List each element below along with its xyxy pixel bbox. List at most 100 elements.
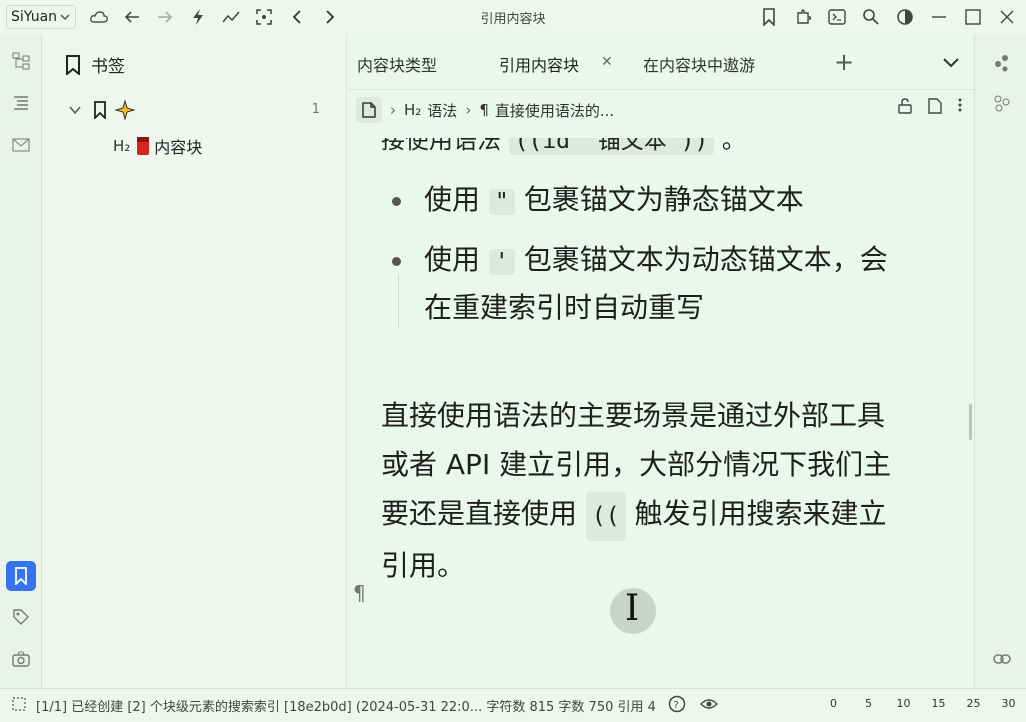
scrollbar[interactable] <box>969 404 972 440</box>
global-graph-icon[interactable] <box>987 88 1017 118</box>
tab-block-types[interactable]: 内容块类型 <box>357 52 437 76</box>
text: 包裹锚文本为动态锚文本，会 <box>523 243 888 276</box>
minimize-icon[interactable] <box>926 4 952 30</box>
workspace-switcher[interactable]: SiYuan <box>6 5 77 29</box>
sparkle-emoji-icon <box>115 100 135 120</box>
bookmark-icon <box>15 567 27 585</box>
file-tree-icon[interactable] <box>6 88 36 118</box>
text: 触发引用搜索来建立 <box>634 497 887 530</box>
graph-icon[interactable] <box>218 4 244 30</box>
zoom-tick: 5 <box>865 697 872 710</box>
zoom-tick: 30 <box>1001 697 1016 710</box>
crumb-heading-level: H₂ <box>404 101 422 119</box>
more-icon[interactable] <box>958 98 962 118</box>
search-icon[interactable] <box>858 4 884 30</box>
document-icon[interactable] <box>356 97 382 123</box>
status-bar: [1/1] 已经创建 [2] 个块级元素的搜索索引 [18e2b0d] (202… <box>0 688 1026 722</box>
close-tab-icon[interactable]: ✕ <box>601 54 613 70</box>
list-indent-guide <box>398 274 399 328</box>
back-arrow-icon[interactable] <box>119 4 145 30</box>
crumb-paragraph[interactable]: 直接使用语法的... <box>495 100 614 121</box>
text: 要还是直接使用 <box>381 497 578 530</box>
text: 接使用语法 <box>381 126 501 154</box>
text-cursor-icon: I <box>625 588 640 629</box>
lock-icon[interactable] <box>898 98 912 118</box>
close-icon[interactable] <box>994 4 1020 30</box>
paragraph-line: 要还是直接使用 (( 触发引用搜索来建立 <box>381 489 941 541</box>
add-tab-icon[interactable]: + <box>834 48 854 76</box>
paragraph-line: 或者 API 建立引用，大部分情况下我们主 <box>381 448 892 481</box>
chevron-left-icon[interactable] <box>284 4 310 30</box>
help-icon[interactable]: ? <box>668 695 686 717</box>
forward-arrow-icon[interactable] <box>152 4 178 30</box>
empty-block-marker[interactable]: ¶ <box>353 581 366 605</box>
plugin-icon[interactable] <box>790 4 816 30</box>
chevron-right-icon[interactable] <box>317 4 343 30</box>
inline-code: ' <box>488 249 515 275</box>
editor-content[interactable]: 接使用语法 ((id "锚文本")) 。 使用 " 包裹锚文为静态锚文本 使用 … <box>348 126 974 686</box>
camera-icon[interactable] <box>6 644 36 674</box>
list-item: 使用 " 包裹锚文为静态锚文本 <box>424 178 804 218</box>
bookmark-icon <box>94 101 106 119</box>
document-icon[interactable] <box>928 98 942 118</box>
crumb-paragraph-mark: ¶ <box>479 101 489 119</box>
graph-view-icon[interactable] <box>987 48 1017 78</box>
maximize-icon[interactable] <box>960 4 986 30</box>
zoom-tick: 0 <box>830 697 837 710</box>
bookmark-icon[interactable] <box>756 4 782 30</box>
inline-code: (( <box>585 492 626 541</box>
red-book-icon <box>137 137 150 155</box>
chevron-down-icon <box>60 14 70 21</box>
tab-ref-block[interactable]: 引用内容块 <box>499 52 579 76</box>
outline-icon[interactable] <box>6 46 36 76</box>
list-bullet-icon <box>392 257 401 266</box>
inline-code: ((id "锚文本")) <box>508 138 715 155</box>
panel-title: 书签 <box>91 57 125 77</box>
tab-bar: 内容块类型 引用内容块 ✕ 在内容块中遨游 + <box>348 34 974 90</box>
theme-icon[interactable] <box>892 4 918 30</box>
terminal-icon[interactable] <box>824 4 850 30</box>
paragraph-line: 直接使用语法的主要场景是通过外部工具 <box>381 399 886 432</box>
list-item-continuation: 在重建索引时自动重写 <box>424 291 705 324</box>
crumb-separator-icon: › <box>465 101 472 119</box>
text: 使用 <box>424 183 481 216</box>
dock-toggle-icon[interactable] <box>12 696 26 715</box>
lightning-icon[interactable] <box>185 4 211 30</box>
brand-label: SiYuan <box>11 9 58 25</box>
bookmark-panel: 书签 1 H₂ 内容块 <box>51 34 347 688</box>
text: 。 <box>721 126 746 154</box>
tag-icon[interactable] <box>6 602 36 632</box>
cloud-sync-icon[interactable] <box>86 4 112 30</box>
breadcrumb: › H₂ 语法 › ¶ 直接使用语法的... <box>356 94 968 126</box>
status-text: [1/1] 已经创建 [2] 个块级元素的搜索索引 [18e2b0d] (202… <box>36 700 656 715</box>
inbox-icon[interactable] <box>6 130 36 160</box>
text: 使用 <box>424 243 481 276</box>
eye-icon[interactable] <box>699 698 718 714</box>
bookmark-item-row[interactable]: H₂ 内容块 <box>113 134 202 158</box>
link-icon[interactable] <box>987 644 1017 674</box>
bookmark-dock-button[interactable] <box>6 561 36 591</box>
paragraph-line: 引用。 <box>381 549 466 582</box>
paragraph: 直接使用语法的主要场景是通过外部工具 或者 API 建立引用，大部分情况下我们主… <box>381 391 941 590</box>
bookmark-count: 1 <box>311 102 320 117</box>
editor: 内容块类型 引用内容块 ✕ 在内容块中遨游 + › H₂ 语法 › ¶ 直接使用… <box>348 34 974 688</box>
zoom-scale[interactable]: 0 5 10 15 25 30 <box>816 697 1026 710</box>
zoom-tick: 15 <box>931 697 946 710</box>
left-dock <box>0 34 42 688</box>
crumb-heading[interactable]: 语法 <box>427 100 457 121</box>
inline-code: " <box>488 189 515 215</box>
bookmark-item-label: 内容块 <box>154 138 203 157</box>
chevron-down-icon[interactable] <box>942 50 960 74</box>
right-dock <box>974 34 1026 688</box>
zoom-tick: 25 <box>966 697 981 710</box>
heading-level-icon: H₂ <box>113 137 131 155</box>
zoom-tick: 10 <box>896 697 911 710</box>
list-bullet-icon <box>392 197 401 206</box>
focus-icon[interactable] <box>251 4 277 30</box>
partial-paragraph: 接使用语法 ((id "锚文本")) 。 <box>381 126 746 155</box>
list-item: 使用 ' 包裹锚文本为动态锚文本，会 <box>424 238 888 278</box>
text: 包裹锚文为静态锚文本 <box>523 183 804 216</box>
bookmark-group-row[interactable] <box>69 100 135 120</box>
title-bar: SiYuan 引用内容块 <box>0 0 1026 34</box>
tab-roam-blocks[interactable]: 在内容块中遨游 <box>643 52 755 76</box>
